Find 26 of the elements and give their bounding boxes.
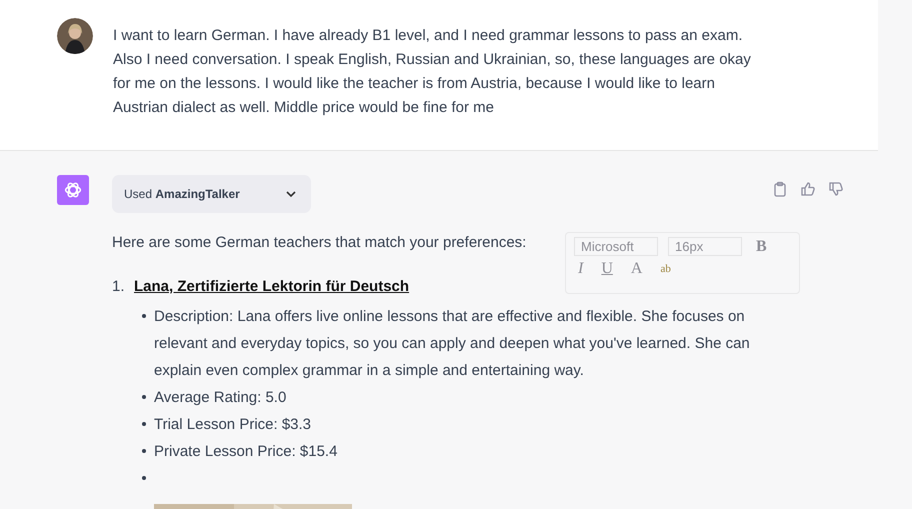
format-button[interactable]: I bbox=[574, 260, 588, 278]
copy-icon[interactable] bbox=[772, 181, 788, 197]
size-field[interactable]: 16px bbox=[668, 237, 742, 256]
detail-text: Trial Lesson Price: $3.3 bbox=[154, 415, 312, 435]
user-message: I want to learn German. I have already B1 level, and I need grammar lessons to pass an exam. Also I need conversation. I speak English, Russian and Ukrainian, so, these languages are okay for me on the lessons. I would like the teacher is from Austria, because I would like to learn Austrian dialect as well. Middle price would be fine for me bbox=[113, 26, 752, 118]
bullet-icon bbox=[142, 449, 146, 453]
teacher-link[interactable]: Lana, Zertifizierte Lektorin für Deutsch bbox=[134, 277, 410, 297]
thumbs-up-icon[interactable] bbox=[800, 181, 816, 197]
detail-text: Private Lesson Price: $15.4 bbox=[154, 442, 338, 462]
user-avatar bbox=[57, 18, 93, 54]
response-text: Here are some German teachers that match your preferences: bbox=[112, 233, 526, 253]
detail-text: Average Rating: 5.0 bbox=[154, 388, 288, 408]
format-button[interactable]: A bbox=[626, 260, 646, 278]
format-button[interactable]: ab bbox=[656, 263, 675, 275]
bullet-icon bbox=[142, 476, 146, 480]
bullet-icon bbox=[142, 422, 146, 426]
font-field[interactable]: Microsoft bbox=[574, 237, 658, 256]
format-button[interactable]: U bbox=[597, 260, 617, 278]
format-button[interactable]: B bbox=[752, 238, 771, 256]
assistant-logo-icon bbox=[57, 175, 89, 205]
bullet-icon bbox=[142, 314, 146, 318]
detail-text: Description: Lana offers live online lessons that are effective and flexible. She focuses on relevant and everyday topics, so you can apply and deepen what you've learned. She can explain even complex grammar in a simple and entertaining way. bbox=[154, 307, 751, 381]
thumbs-down-icon[interactable] bbox=[828, 181, 844, 197]
list-number: 1. bbox=[112, 277, 126, 297]
bullet-icon bbox=[142, 395, 146, 399]
plugin-dropdown[interactable]: Used AmazingTalker bbox=[112, 175, 311, 213]
